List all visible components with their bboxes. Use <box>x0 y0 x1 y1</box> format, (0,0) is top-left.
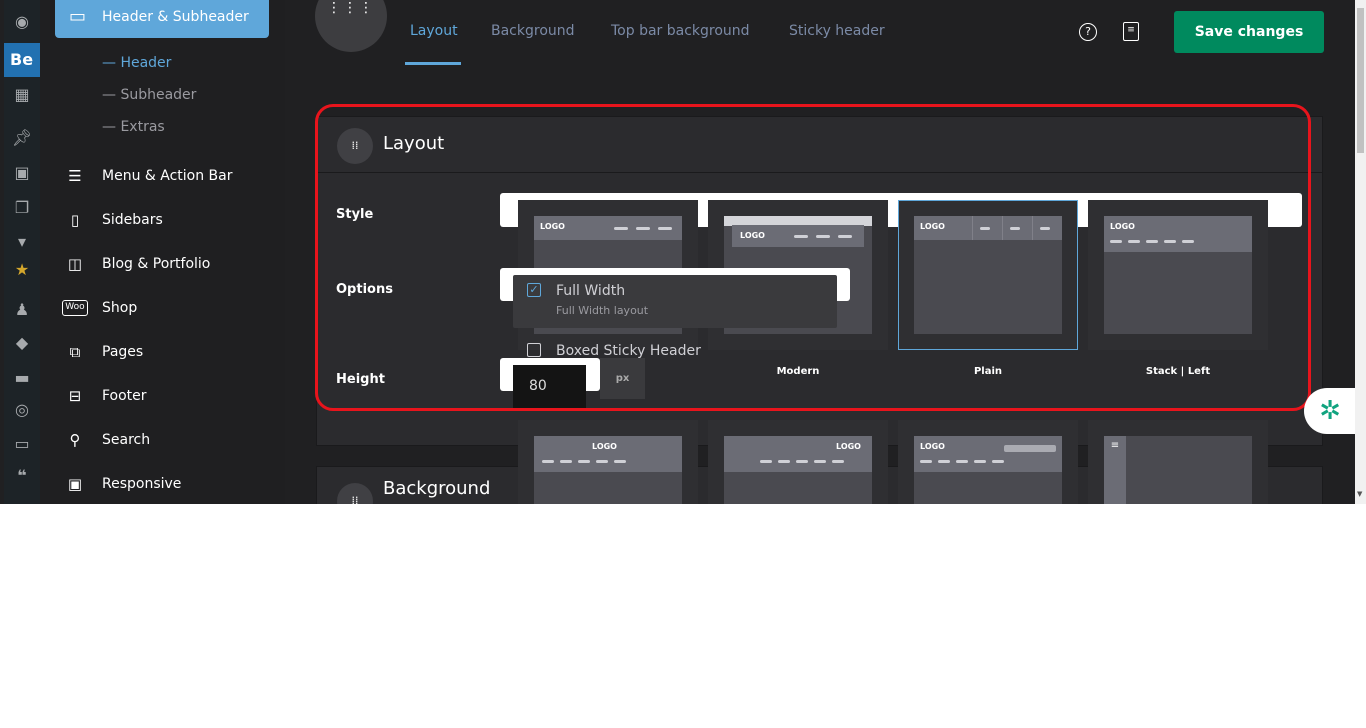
height-input[interactable]: 80 <box>513 365 586 408</box>
quote-icon[interactable]: ❝ <box>4 466 40 485</box>
circle-icon[interactable]: ◎ <box>4 400 40 419</box>
logo-text: LOGO <box>592 442 617 451</box>
eye-icon[interactable]: ◉ <box>4 12 40 31</box>
sidebar-item-footer[interactable]: ⊟ Footer <box>62 384 147 408</box>
checkbox-boxed-sticky[interactable] <box>527 343 541 357</box>
comment-icon[interactable]: ▾ <box>4 232 40 251</box>
style-card-plain[interactable]: LOGO <box>898 200 1078 350</box>
subitem-header[interactable]: — Header <box>102 55 171 71</box>
drag-icon[interactable]: ⁞⁞ <box>337 483 373 504</box>
sidebar-item-label: Search <box>102 432 151 448</box>
tools-icon[interactable]: ◆ <box>4 333 40 352</box>
style-label-modern: Modern <box>776 366 820 377</box>
sidebar-item-label: Pages <box>102 344 144 360</box>
sidebar-item-label: Footer <box>102 388 147 404</box>
logo-text: LOGO <box>1110 222 1135 231</box>
tab-indicator <box>405 62 461 65</box>
betheme-logo[interactable]: Be <box>4 43 40 77</box>
drag-icon[interactable]: ⁞⁞ <box>337 128 373 164</box>
logo-text: LOGO <box>740 231 765 240</box>
style-card-stack-search[interactable]: LOGO <box>898 420 1078 504</box>
slider-icon[interactable]: ▭ <box>4 434 40 453</box>
options-label: Options <box>336 282 393 297</box>
panel-title: Background <box>383 478 491 499</box>
subitem-extras[interactable]: — Extras <box>102 119 165 135</box>
users-icon[interactable]: ♟ <box>4 300 40 319</box>
header-icon: ▭ <box>69 6 87 27</box>
panel-title: Layout <box>383 133 445 154</box>
responsive-icon: ▣ <box>67 475 83 493</box>
logo-text: LOGO <box>920 222 945 231</box>
subitem-label: Header <box>120 55 172 71</box>
sidebar-item-label: Shop <box>102 300 138 316</box>
menu-icon: ☰ <box>68 167 82 185</box>
option-description: Full Width layout <box>556 304 649 317</box>
pages-icon: ⧉ <box>69 343 81 361</box>
sidebar-item-responsive[interactable]: ▣ Responsive <box>62 472 182 496</box>
logo-text: LOGO <box>836 442 861 451</box>
footer-icon: ⊟ <box>68 387 82 405</box>
tab-background[interactable]: Background <box>491 23 575 39</box>
search-icon: ⚲ <box>69 431 81 449</box>
star-icon[interactable]: ★ <box>4 260 40 279</box>
dashboard-icon[interactable]: ▦ <box>4 85 40 104</box>
height-label: Height <box>336 372 385 387</box>
sidebar-item-header-subheader[interactable]: ▭ Header & Subheader <box>55 0 269 38</box>
sidebar-item-shop[interactable]: Woo Shop <box>62 296 137 320</box>
woo-icon: Woo <box>62 300 88 316</box>
layout-icon: ◫ <box>67 255 83 273</box>
sidebar-item-search[interactable]: ⚲ Search <box>62 428 151 452</box>
sidebar: ▭ Header & Subheader — Header — Subheade… <box>40 0 285 504</box>
height-unit: px <box>600 358 645 399</box>
media-icon[interactable]: ▣ <box>4 163 40 182</box>
scrollbar-thumb[interactable] <box>1357 8 1364 153</box>
sidebar-item-pages[interactable]: ⧉ Pages <box>62 340 144 364</box>
scrollbar[interactable]: ▼ <box>1355 0 1366 504</box>
subitem-label: Extras <box>120 119 165 135</box>
scroll-down-icon[interactable]: ▼ <box>1357 490 1362 498</box>
option-label: Full Width <box>556 283 626 299</box>
pin-icon[interactable]: 📌︎ <box>4 128 40 147</box>
style-card-center[interactable]: LOGO <box>518 420 698 504</box>
style-label-stack-left: Stack | Left <box>1145 366 1211 377</box>
sidebar-item-label: Header & Subheader <box>102 9 249 25</box>
panel-header: ⁞⁞ Layout <box>317 117 1322 173</box>
option-full-width[interactable]: ✓ Full Width Full Width layout <box>513 275 837 328</box>
tab-sticky-header[interactable]: Sticky header <box>789 23 885 39</box>
app: ◉ ▦ 📌︎ ▣ ❐ ▾ ★ ♟ ◆ ▬ ◎ ▭ ❝ Be ▭ Header &… <box>0 0 1366 504</box>
style-card-stack-left[interactable]: LOGO <box>1088 200 1268 350</box>
style-label-plain: Plain <box>973 366 1003 377</box>
style-label: Style <box>336 207 374 222</box>
subitem-label: Subheader <box>120 87 197 103</box>
sidebar-item-label: Menu & Action Bar <box>102 168 233 184</box>
logo-text: LOGO <box>920 442 945 451</box>
style-card-right[interactable]: LOGO <box>708 420 888 504</box>
sidebar-item-blog[interactable]: ◫ Blog & Portfolio <box>62 252 210 276</box>
sidebar-item-label: Responsive <box>102 476 182 492</box>
pages-icon[interactable]: ❐ <box>4 198 40 217</box>
sidebar-item-label: Sidebars <box>102 212 163 228</box>
tab-top-bar-background[interactable]: Top bar background <box>611 23 750 39</box>
sidebar-item-sidebars[interactable]: ▯ Sidebars <box>62 208 163 232</box>
subitem-subheader[interactable]: — Subheader <box>102 87 196 103</box>
save-changes-button[interactable]: Save changes <box>1174 11 1324 53</box>
help-icon[interactable]: ? <box>1079 23 1097 41</box>
grid-menu-button[interactable]: ⋮⋮⋮ <box>315 0 387 52</box>
sidebar-item-menu[interactable]: ☰ Menu & Action Bar <box>62 164 233 188</box>
assistant-icon[interactable]: ✲ <box>1304 388 1356 434</box>
option-label: Boxed Sticky Header <box>556 343 701 359</box>
logo-text: LOGO <box>540 222 565 231</box>
tab-layout[interactable]: Layout <box>410 23 458 39</box>
notes-icon[interactable]: ≡ <box>1123 22 1139 41</box>
sidebar-item-label: Blog & Portfolio <box>102 256 211 272</box>
folder-icon[interactable]: ▬ <box>4 368 40 387</box>
sidebar-icon: ▯ <box>70 211 80 229</box>
style-card-side[interactable]: ≡ <box>1088 420 1268 504</box>
checkbox-checked-icon[interactable]: ✓ <box>527 283 541 297</box>
